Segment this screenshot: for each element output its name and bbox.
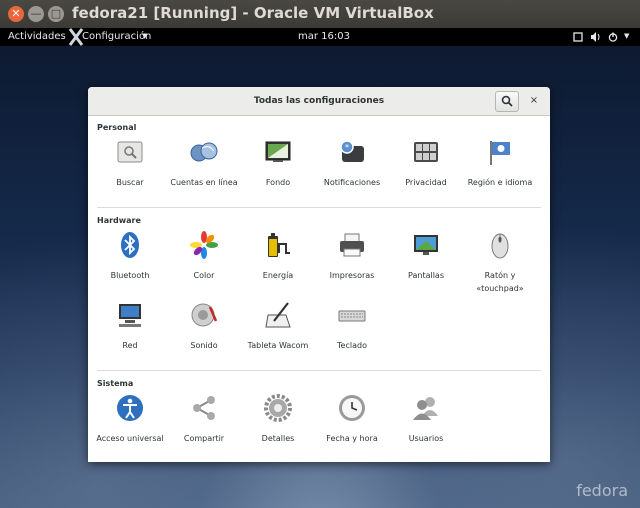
settings-item-label: Teclado bbox=[337, 341, 367, 350]
color-icon bbox=[190, 231, 218, 259]
fedora-logo: fedora bbox=[576, 481, 628, 500]
search-button[interactable] bbox=[495, 91, 519, 112]
online-accounts-icon bbox=[190, 142, 218, 162]
settings-item-detalles[interactable]: Detalles bbox=[243, 394, 313, 445]
mouse-icon bbox=[491, 233, 509, 259]
settings-item-label: Cuentas en línea bbox=[170, 178, 238, 187]
settings-item-label: Impresoras bbox=[329, 271, 375, 280]
settings-item-label: Ratón y «touchpad» bbox=[476, 271, 524, 293]
settings-item-teclado[interactable]: Teclado bbox=[317, 301, 387, 352]
settings-item-usuarios[interactable]: Usuarios bbox=[391, 394, 461, 445]
section-title-hardware: Hardware bbox=[97, 216, 141, 225]
settings-item-label: Fecha y hora bbox=[326, 434, 378, 443]
settings-item-label: Sonido bbox=[190, 341, 218, 350]
share-icon bbox=[193, 396, 215, 420]
host-close-button[interactable]: ✕ bbox=[8, 6, 24, 22]
volume-icon[interactable] bbox=[590, 32, 602, 42]
section-title-personal: Personal bbox=[97, 123, 137, 132]
settings-item-pantallas[interactable]: Pantallas bbox=[391, 231, 461, 282]
settings-item-label: Bluetooth bbox=[110, 271, 150, 280]
window-header: Todas las configuraciones × bbox=[88, 87, 550, 116]
notifications-icon: * bbox=[340, 140, 364, 162]
window-title: Todas las configuraciones bbox=[253, 96, 385, 106]
settings-item-energia[interactable]: Energía bbox=[243, 231, 313, 282]
settings-item-label: Privacidad bbox=[405, 178, 447, 187]
settings-item-label: Fondo bbox=[265, 178, 291, 187]
settings-item-red[interactable]: Red bbox=[95, 301, 165, 352]
settings-item-label: Tableta Wacom bbox=[247, 341, 309, 350]
battery-icon bbox=[268, 233, 290, 257]
network-icon bbox=[119, 304, 141, 327]
clock-icon bbox=[339, 395, 365, 421]
universal-access-icon bbox=[117, 395, 143, 421]
app-menu-arrow-icon: ▼ bbox=[142, 32, 148, 40]
privacy-icon bbox=[414, 142, 438, 162]
settings-item-label: Buscar bbox=[116, 178, 144, 187]
host-titlebar: ✕ — □ fedora21 [Running] - Oracle VM Vir… bbox=[0, 0, 640, 28]
search-icon bbox=[501, 95, 513, 107]
printer-icon bbox=[340, 233, 364, 257]
section-separator bbox=[97, 370, 541, 371]
settings-item-label: Detalles bbox=[261, 434, 295, 443]
section-title-sistema: Sistema bbox=[97, 379, 134, 388]
power-icon[interactable] bbox=[608, 32, 618, 42]
background-icon bbox=[265, 141, 291, 162]
search-settings-icon bbox=[117, 141, 143, 163]
settings-item-fondo[interactable]: Fondo bbox=[243, 138, 313, 189]
settings-item-compartir[interactable]: Compartir bbox=[169, 394, 239, 445]
settings-window: Todas las configuraciones × Personal Bus… bbox=[88, 87, 550, 462]
sound-icon bbox=[191, 303, 218, 327]
users-icon bbox=[413, 397, 438, 420]
settings-item-notificaciones[interactable]: * Notificaciones bbox=[317, 138, 387, 189]
settings-item-label: Región e idioma bbox=[467, 178, 533, 187]
settings-item-label: Usuarios bbox=[408, 434, 444, 443]
settings-item-label: Acceso universal bbox=[96, 434, 164, 443]
settings-item-sonido[interactable]: Sonido bbox=[169, 301, 239, 352]
settings-item-raton-y-touchpad[interactable]: Ratón y «touchpad» bbox=[465, 231, 535, 295]
settings-item-fecha-y-hora[interactable]: Fecha y hora bbox=[317, 394, 387, 445]
window-close-button[interactable]: × bbox=[525, 93, 543, 109]
settings-item-privacidad[interactable]: Privacidad bbox=[391, 138, 461, 189]
settings-item-label: Red bbox=[122, 341, 138, 350]
settings-item-label: Pantallas bbox=[408, 271, 444, 280]
host-window-title: fedora21 [Running] - Oracle VM VirtualBo… bbox=[72, 4, 434, 22]
displays-icon bbox=[414, 235, 438, 255]
window-icon[interactable] bbox=[573, 32, 583, 42]
settings-item-color[interactable]: Color bbox=[169, 231, 239, 282]
settings-item-label: Notificaciones bbox=[323, 178, 381, 187]
system-menu-arrow-icon[interactable]: ▼ bbox=[624, 32, 629, 40]
tablet-icon bbox=[265, 302, 291, 328]
keyboard-icon bbox=[338, 310, 366, 322]
settings-item-impresoras[interactable]: Impresoras bbox=[317, 231, 387, 282]
settings-item-label: Color bbox=[193, 271, 215, 280]
activities-button[interactable]: Actividades bbox=[8, 31, 66, 42]
settings-item-tableta-wacom[interactable]: Tableta Wacom bbox=[243, 301, 313, 352]
settings-item-label: Compartir bbox=[183, 434, 225, 443]
settings-item-buscar[interactable]: Buscar bbox=[95, 138, 165, 189]
details-gear-icon bbox=[264, 394, 292, 422]
host-minimize-button[interactable]: — bbox=[28, 6, 44, 22]
settings-item-acceso-universal[interactable]: Acceso universal bbox=[95, 394, 165, 445]
section-separator bbox=[97, 207, 541, 208]
settings-item-cuentas-en-linea[interactable]: Cuentas en línea bbox=[169, 138, 239, 189]
settings-item-label: Energía bbox=[262, 271, 294, 280]
app-menu-button[interactable]: Configuración bbox=[82, 31, 151, 42]
settings-item-region-e-idioma[interactable]: Región e idioma bbox=[465, 138, 535, 189]
svg-text:*: * bbox=[345, 143, 349, 152]
region-flag-icon bbox=[490, 141, 510, 165]
clock[interactable]: mar 16:03 bbox=[298, 31, 350, 42]
gnome-topbar: Actividades Configuración ▼ mar 16:03 ▼ bbox=[0, 28, 640, 46]
host-maximize-button[interactable]: □ bbox=[48, 6, 64, 22]
bluetooth-icon bbox=[121, 232, 139, 258]
settings-item-bluetooth[interactable]: Bluetooth bbox=[95, 231, 165, 282]
